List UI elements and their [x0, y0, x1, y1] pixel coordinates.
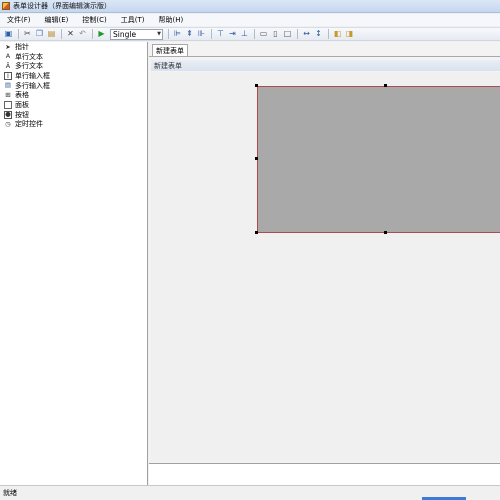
pointer-icon: ➤	[5, 42, 11, 51]
app-icon	[2, 2, 10, 10]
toolbox-item-multiline-text[interactable]: Ā 多行文本	[0, 61, 147, 71]
toolbox-item-timer[interactable]: ◷ 定时控件	[0, 120, 147, 130]
copy-icon[interactable]: ❐	[34, 29, 45, 40]
output-panel	[149, 463, 500, 485]
cut-icon[interactable]: ✂	[22, 29, 33, 40]
button-icon: ●	[4, 110, 12, 119]
toolbox-item-table[interactable]: ⊞ 表格	[0, 90, 147, 100]
menu-help[interactable]: 帮助(H)	[156, 15, 187, 25]
designer-area: 新建表单 新建表单	[149, 42, 500, 485]
resize-handle-top-middle[interactable]	[384, 84, 387, 87]
mode-select[interactable]: Single ▼	[110, 28, 163, 40]
horizontal-spacing-icon[interactable]: ↔	[301, 29, 312, 40]
undo-icon[interactable]: ↶	[77, 29, 88, 40]
toolbox-item-textbox[interactable]: I 单行输入框	[0, 71, 147, 81]
form-title-bar: 新建表单	[151, 60, 500, 71]
toolbox-item-label: 表格	[15, 91, 29, 100]
form-title: 新建表单	[154, 61, 182, 70]
send-to-back-icon[interactable]: ◨	[344, 29, 355, 40]
toolbar-separator	[328, 29, 329, 39]
window-title: 表单设计器（界面编辑演示版）	[13, 2, 111, 10]
toolbox-item-text[interactable]: A 单行文本	[0, 52, 147, 62]
toolbar-separator	[254, 29, 255, 39]
align-top-icon[interactable]: ⊤	[215, 29, 226, 40]
run-icon[interactable]: ▶	[96, 29, 107, 40]
vertical-spacing-icon[interactable]: ↕	[313, 29, 324, 40]
align-middle-icon[interactable]: ⇥	[227, 29, 238, 40]
tab-new-form[interactable]: 新建表单	[152, 44, 188, 56]
resize-handle-bottom-left[interactable]	[255, 231, 258, 234]
multiline-textbox-icon: ▤	[4, 81, 12, 90]
toolbar: ▣ ✂ ❐ ▤ ✕ ↶ ▶ Single ▼ ⊫ ⇞ ⊪ ⊤ ⇥ ⊥ ▭ ▯ □…	[0, 27, 500, 41]
toolbar-separator	[18, 29, 19, 39]
chevron-down-icon: ▼	[157, 31, 161, 37]
menu-file[interactable]: 文件(F)	[4, 15, 34, 25]
multiline-text-icon: Ā	[5, 61, 11, 70]
toolbox-item-label: 单行文本	[15, 52, 43, 61]
mode-select-value: Single	[113, 29, 137, 39]
align-left-icon[interactable]: ⊫	[172, 29, 183, 40]
toolbox-item-label: 单行输入框	[15, 71, 50, 80]
resize-handle-middle-left[interactable]	[255, 157, 258, 160]
menu-control[interactable]: 控制(C)	[79, 15, 109, 25]
toolbar-separator	[211, 29, 212, 39]
save-icon[interactable]: ▣	[3, 29, 14, 40]
title-bar: 表单设计器（界面编辑演示版）	[0, 0, 500, 13]
align-bottom-icon[interactable]: ⊥	[239, 29, 250, 40]
timer-icon: ◷	[5, 120, 11, 129]
panel-icon	[4, 100, 12, 109]
toolbox-item-label: 定时控件	[15, 120, 43, 129]
table-icon: ⊞	[5, 91, 11, 100]
selected-control[interactable]	[257, 86, 500, 233]
toolbox-item-multiline-textbox[interactable]: ▤ 多行输入框	[0, 81, 147, 91]
same-width-icon[interactable]: ▭	[258, 29, 269, 40]
menu-bar: 文件(F) 编辑(E) 控制(C) 工具(T) 帮助(H)	[0, 14, 500, 26]
resize-handle-bottom-middle[interactable]	[384, 231, 387, 234]
toolbox-item-pointer[interactable]: ➤ 指针	[0, 42, 147, 52]
toolbox-item-button[interactable]: ● 按钮	[0, 110, 147, 120]
align-right-icon[interactable]: ⊪	[196, 29, 207, 40]
toolbar-separator	[168, 29, 169, 39]
toolbar-separator	[61, 29, 62, 39]
tab-strip-line	[149, 56, 500, 57]
text-icon: A	[5, 52, 11, 61]
resize-handle-top-left[interactable]	[255, 84, 258, 87]
status-text: 就绪	[3, 489, 17, 497]
delete-icon[interactable]: ✕	[65, 29, 76, 40]
toolbar-separator	[297, 29, 298, 39]
toolbox-item-label: 多行输入框	[15, 81, 50, 90]
bring-to-front-icon[interactable]: ◧	[332, 29, 343, 40]
textbox-icon: I	[4, 71, 12, 80]
same-size-icon[interactable]: □	[282, 29, 293, 40]
toolbox-item-label: 指针	[15, 42, 29, 51]
menu-tools[interactable]: 工具(T)	[118, 15, 148, 25]
toolbox-item-panel[interactable]: 面板	[0, 100, 147, 110]
toolbox-item-label: 按钮	[15, 110, 29, 119]
toolbar-separator	[92, 29, 93, 39]
menu-edit[interactable]: 编辑(E)	[42, 15, 72, 25]
same-height-icon[interactable]: ▯	[270, 29, 281, 40]
align-center-icon[interactable]: ⇞	[184, 29, 195, 40]
toolbox-item-label: 面板	[15, 100, 29, 109]
toolbox-panel: ➤ 指针 A 单行文本 Ā 多行文本 I 单行输入框 ▤ 多行输入框 ⊞ 表格 …	[0, 42, 148, 485]
paste-icon[interactable]: ▤	[46, 29, 57, 40]
toolbox-item-label: 多行文本	[15, 62, 43, 71]
